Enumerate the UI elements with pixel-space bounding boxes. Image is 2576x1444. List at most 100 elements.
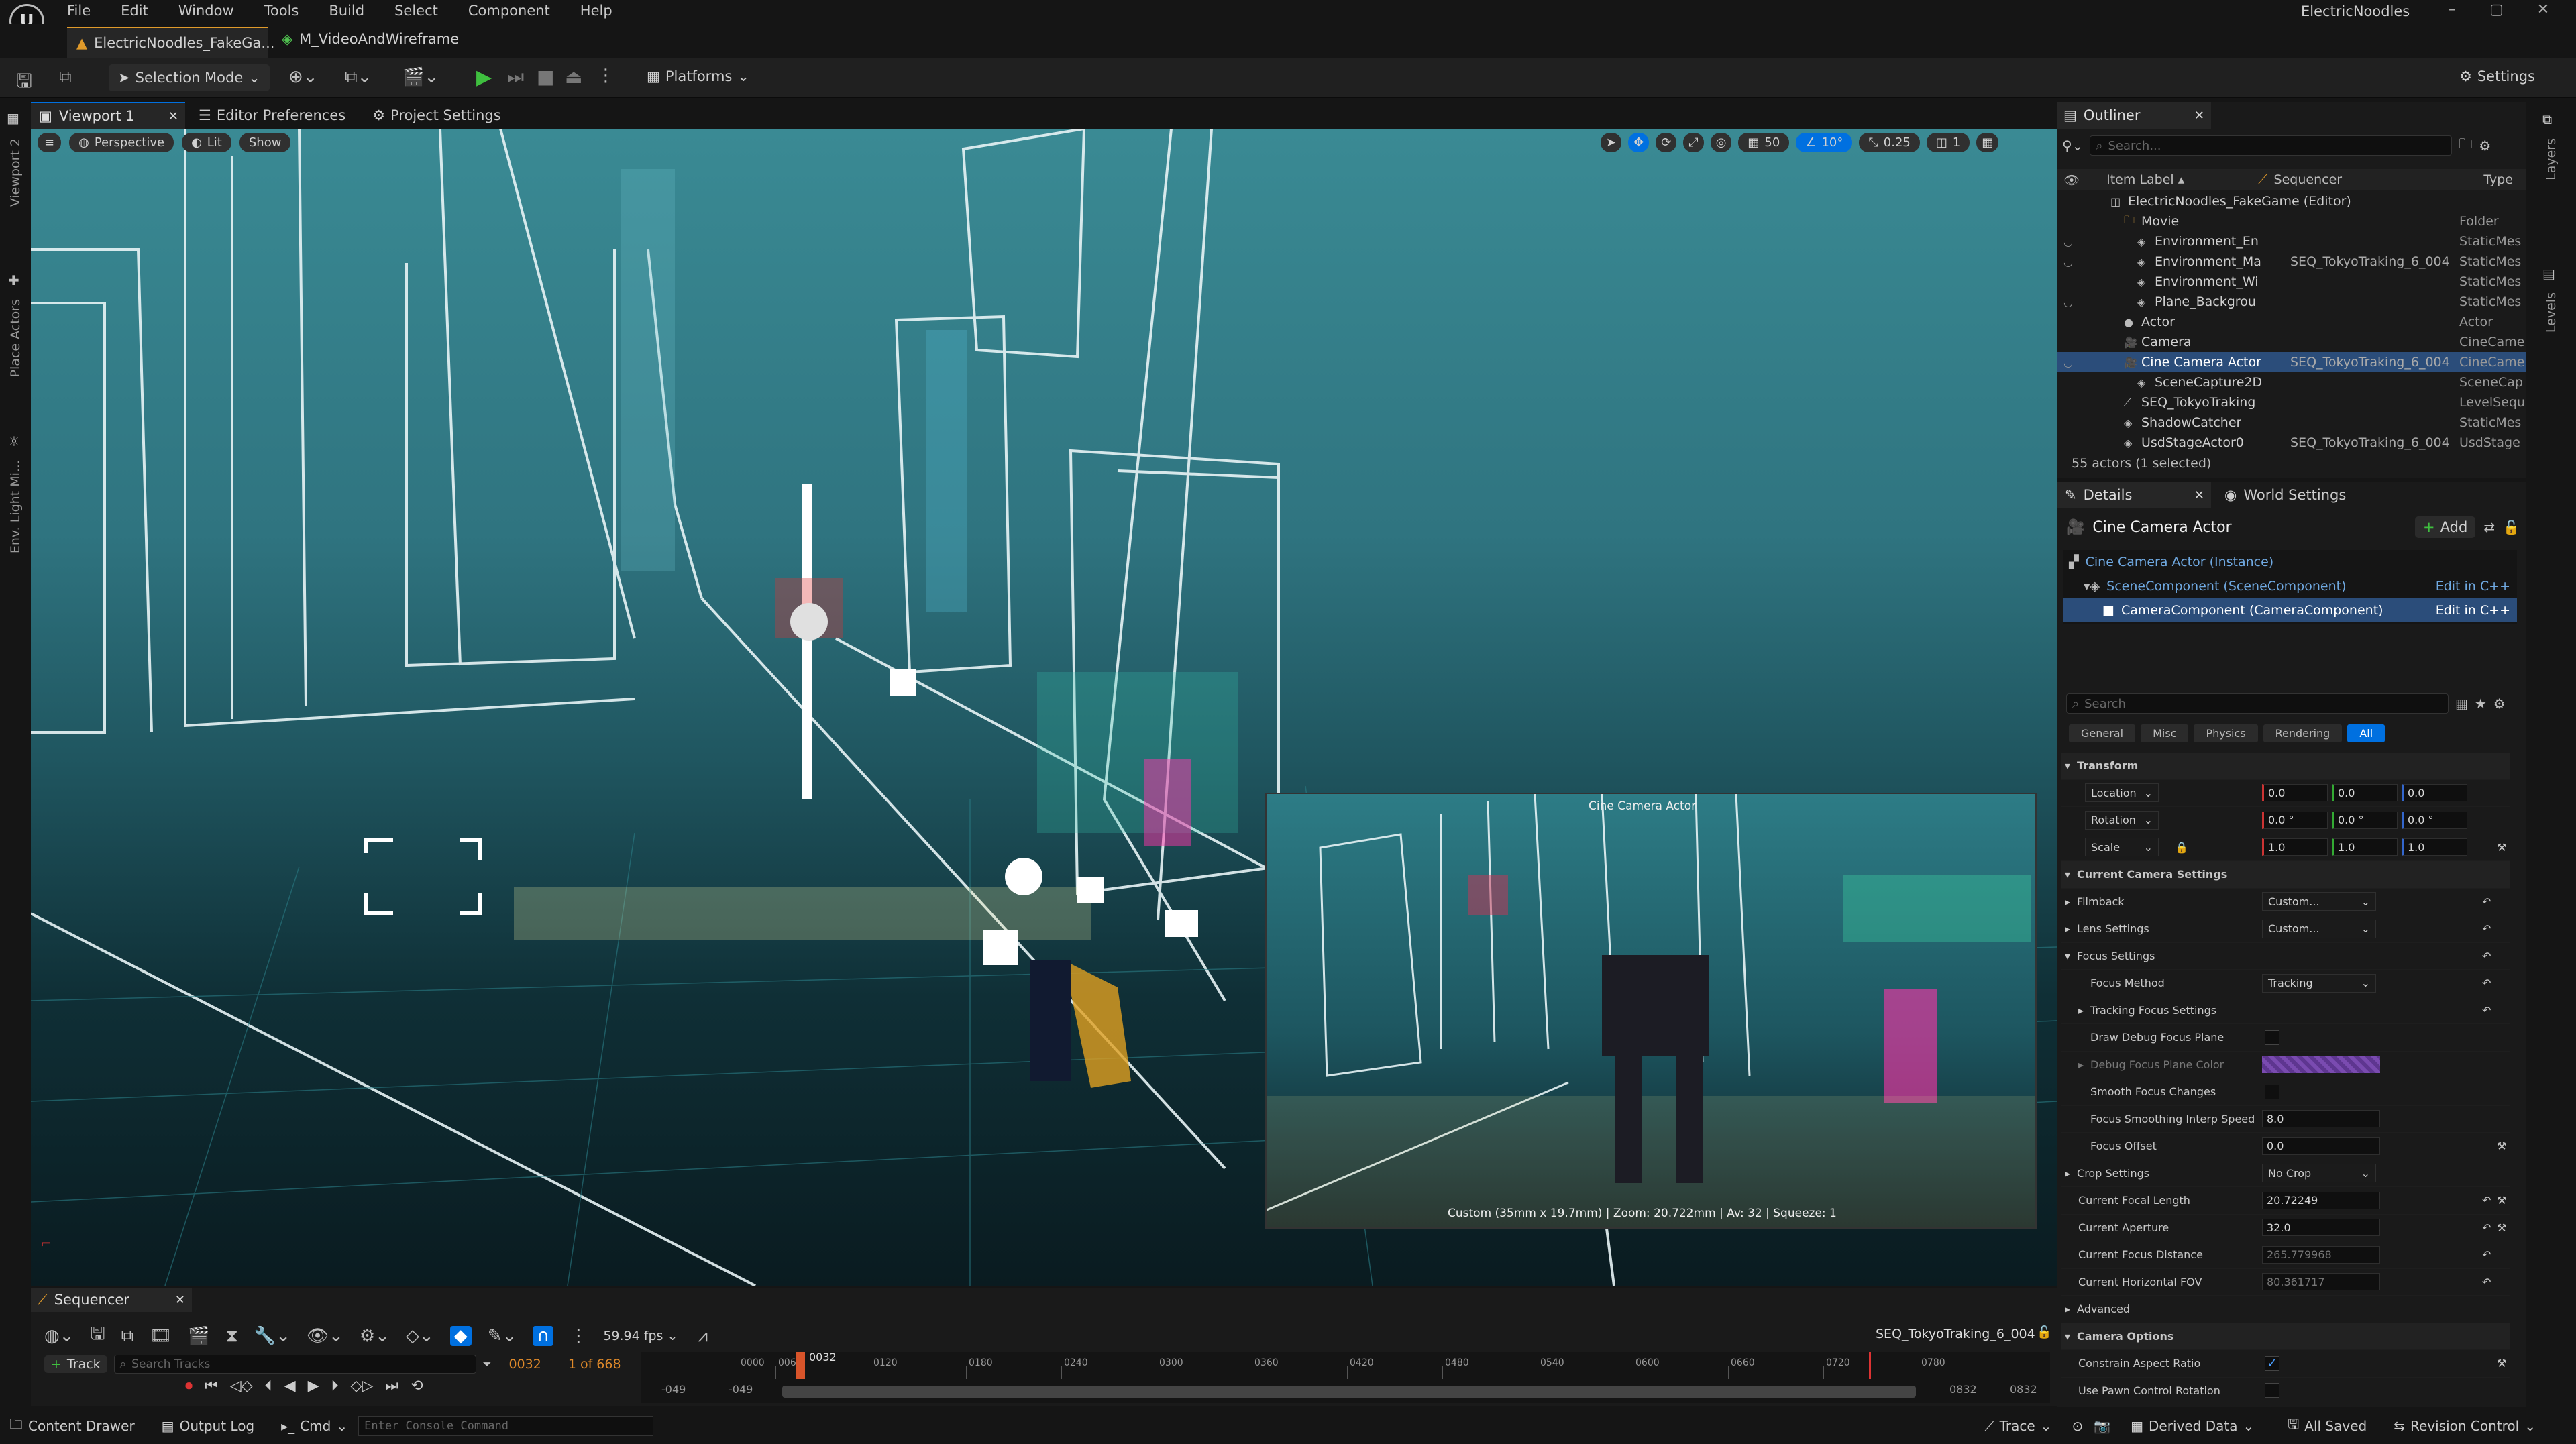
screenshot-icon[interactable]: 📷 xyxy=(2094,1418,2110,1434)
levels-icon[interactable]: ▤ xyxy=(2542,266,2555,282)
reset-icon[interactable]: ⚒ xyxy=(2497,841,2506,854)
tracking-focus-row[interactable]: ▸ Tracking Focus Settings ↶ xyxy=(2061,997,2510,1024)
scale-dropdown[interactable]: Scale ⌄ xyxy=(2085,838,2159,857)
keyframe-filter-icon[interactable]: ⧗ xyxy=(226,1326,238,1347)
jump-end-icon[interactable]: ⏭ xyxy=(385,1378,398,1394)
console-input[interactable]: Enter Console Command xyxy=(358,1415,654,1436)
section-current-camera-settings[interactable]: ▾ Current Camera Settings xyxy=(2061,861,2510,889)
translate-icon[interactable]: ✥ xyxy=(1628,133,1650,152)
cmd-dropdown[interactable]: ▸_ Cmd ⌄ xyxy=(281,1418,347,1434)
advanced-row[interactable]: ▸ Advanced xyxy=(2061,1296,2510,1323)
env-light-icon[interactable]: ☼ xyxy=(8,433,20,449)
prev-key-icon[interactable]: ◁◇ xyxy=(230,1378,253,1394)
visibility-toggle-icon[interactable]: ◡ xyxy=(2063,296,2073,309)
outliner-row[interactable]: 🗀 Movie Folder xyxy=(2057,211,2526,231)
add-folder-icon[interactable]: 🗀 xyxy=(2459,134,2472,157)
menu-window[interactable]: Window xyxy=(178,3,234,19)
revision-control-button[interactable]: ⇆ Revision Control ⌄ xyxy=(2394,1418,2536,1434)
outliner-row[interactable]: ◡ ◈ Environment_Ma SEQ_TokyoTraking_6_004 St… xyxy=(2057,252,2526,272)
menu-component[interactable]: Component xyxy=(468,3,550,19)
menu-tools[interactable]: Tools xyxy=(264,3,299,19)
world-icon[interactable]: ◍⌄ xyxy=(44,1326,74,1346)
viewport-layout-icon[interactable]: ▦ xyxy=(7,110,19,126)
location-y[interactable]: 0.0 xyxy=(2332,784,2398,802)
add-component-button[interactable]: + Add xyxy=(2415,516,2476,538)
debug-color-swatch[interactable] xyxy=(2262,1056,2380,1074)
outliner-tab[interactable]: ▤ Outliner ✕ xyxy=(2057,102,2211,129)
reset-arrow-icon[interactable]: ↶ xyxy=(2482,950,2491,962)
keyframe-icon[interactable]: ⚒ xyxy=(2497,1140,2506,1152)
outliner-row[interactable]: ◡ ◈ Environment_En StaticMes xyxy=(2057,231,2526,252)
visibility-toggle-icon[interactable]: ◡ xyxy=(2063,256,2073,268)
menu-edit[interactable]: Edit xyxy=(121,3,148,19)
reset-arrow-icon[interactable]: ↶ xyxy=(2482,1276,2491,1288)
pawn-rotation-checkbox[interactable] xyxy=(2265,1383,2279,1398)
step-icon[interactable]: ⏭ xyxy=(507,66,524,89)
outliner-row[interactable]: ⟋ SEQ_TokyoTraking LevelSequ xyxy=(2057,392,2526,412)
details-search-input[interactable]: ⌕ Search xyxy=(2066,693,2449,714)
add-content-icon[interactable]: ⊕⌄ xyxy=(288,67,318,87)
reset-arrow-icon[interactable]: ↶ xyxy=(2482,1248,2491,1261)
focus-offset-field[interactable]: 0.0 xyxy=(2262,1137,2380,1155)
keyframe-icon[interactable]: ⚒ xyxy=(2497,1221,2506,1234)
details-tab[interactable]: ✎ Details ✕ xyxy=(2057,482,2211,508)
col-item-label[interactable]: Item Label xyxy=(2106,172,2174,187)
reset-arrow-icon[interactable]: ↶ xyxy=(2482,1194,2491,1207)
cinematics-icon[interactable]: 🎬⌄ xyxy=(402,67,439,87)
play-icon[interactable]: ▶ xyxy=(308,1378,319,1394)
location-x[interactable]: 0.0 xyxy=(2262,784,2328,802)
current-frame[interactable]: 0032 xyxy=(508,1357,541,1372)
focal-length-field[interactable]: 20.72249 xyxy=(2262,1191,2380,1209)
filmback-dropdown[interactable]: Custom... ⌄ xyxy=(2262,892,2376,911)
lit-button[interactable]: ◐ Lit xyxy=(182,133,231,152)
outliner-search-input[interactable]: ⌕ Search... xyxy=(2090,135,2453,156)
focus-method-dropdown[interactable]: Tracking ⌄ xyxy=(2262,973,2376,993)
add-track-button[interactable]: + Track xyxy=(44,1355,107,1373)
viewport2-label[interactable]: Viewport 2 xyxy=(8,138,23,207)
close-tab-icon[interactable]: ✕ xyxy=(175,1293,185,1307)
menu-file[interactable]: File xyxy=(67,3,91,19)
derived-data-button[interactable]: ▦ Derived Data ⌄ xyxy=(2131,1418,2254,1434)
filter-general[interactable]: General xyxy=(2069,724,2136,742)
more-icon[interactable]: ⋮ xyxy=(597,66,614,86)
reset-arrow-icon[interactable]: ↶ xyxy=(2482,1004,2491,1017)
tab-viewport1[interactable]: ▣ Viewport 1 ✕ xyxy=(31,102,185,129)
col-type[interactable]: Type xyxy=(2483,172,2513,187)
tools-icon[interactable]: 🔧⌄ xyxy=(254,1326,290,1346)
location-dropdown[interactable]: Location ⌄ xyxy=(2085,783,2159,803)
keyframe-icon[interactable]: ⚒ xyxy=(2497,1194,2506,1207)
visibility-icon[interactable]: 👁 xyxy=(2063,172,2080,188)
constrain-aspect-checkbox[interactable]: ✓ xyxy=(2265,1355,2279,1371)
filter-icon[interactable]: ⏷ xyxy=(483,1357,492,1371)
prev-frame-icon[interactable]: ⏴ xyxy=(265,1378,272,1394)
close-tab-icon[interactable]: ✕ xyxy=(2194,109,2204,123)
outliner-settings-icon[interactable]: ⚙ xyxy=(2479,137,2491,154)
tab-editor-preferences[interactable]: ☰ Editor Preferences xyxy=(199,107,345,123)
all-saved-button[interactable]: 🖫 All Saved xyxy=(2288,1414,2367,1437)
outliner-row[interactable]: ◈ ShadowCatcher StaticMes xyxy=(2057,412,2526,433)
world-local-icon[interactable]: ◎ xyxy=(1710,133,1732,152)
reverse-icon[interactable]: ◀ xyxy=(284,1378,296,1394)
save-icon[interactable]: 🖫 xyxy=(16,67,32,99)
stop-icon[interactable]: ■ xyxy=(537,66,554,88)
visibility-toggle-icon[interactable]: ◡ xyxy=(2063,235,2073,248)
curve-editor-icon[interactable]: ⩘ xyxy=(698,1326,708,1347)
filter-misc[interactable]: Misc xyxy=(2141,724,2189,742)
world-settings-tab[interactable]: ◉ World Settings xyxy=(2224,487,2346,503)
next-frame-icon[interactable]: ⏵ xyxy=(331,1378,339,1394)
viewport-menu-button[interactable]: ≡ xyxy=(38,133,62,152)
filmback-row[interactable]: ▸ Filmback Custom... ⌄ ↶ xyxy=(2061,889,2510,915)
scale-lock-icon[interactable]: 🔒 xyxy=(2175,841,2188,854)
timeline-scrollbar[interactable] xyxy=(782,1386,1916,1398)
reset-arrow-icon[interactable]: ↶ xyxy=(2482,922,2491,935)
levels-label[interactable]: Levels xyxy=(2544,292,2559,333)
settings-gear-icon[interactable]: ⚙⌄ xyxy=(360,1326,390,1346)
outliner-row[interactable]: ◈ UsdStageActor0 SEQ_TokyoTraking_6_004 Usd… xyxy=(2057,433,2526,453)
perspective-button[interactable]: ◍ Perspective xyxy=(69,133,174,152)
tab-project-settings[interactable]: ⚙ Project Settings xyxy=(372,107,501,123)
scale-y[interactable]: 1.0 xyxy=(2332,838,2398,856)
close-tab-icon[interactable]: ✕ xyxy=(2194,488,2204,502)
outliner-row[interactable]: ◡ 🎥 Cine Camera Actor SEQ_TokyoTraking_6_00… xyxy=(2057,352,2526,372)
favorite-star-icon[interactable]: ★ xyxy=(2475,696,2487,712)
outliner-row[interactable]: ◡ ◈ Plane_Backgrou StaticMes xyxy=(2057,292,2526,312)
